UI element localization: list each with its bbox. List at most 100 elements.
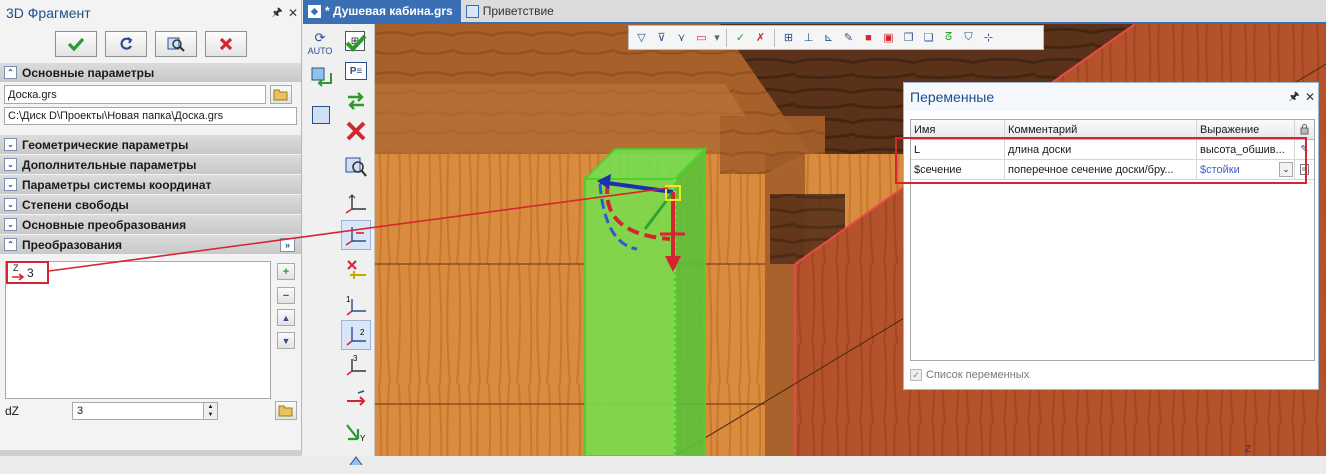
replace-button[interactable]	[341, 86, 371, 116]
window-icon	[312, 106, 330, 124]
folder-icon	[278, 405, 293, 417]
magnifier-icon	[167, 37, 185, 52]
variables-title: Переменные	[910, 89, 995, 105]
section-transforms[interactable]: ⌃ Преобразования »	[0, 235, 301, 254]
select-check-icon[interactable]: ✓	[732, 29, 749, 46]
axis-xy-icon[interactable]: ⊥	[800, 29, 817, 46]
filter-icon[interactable]: ▽	[633, 29, 650, 46]
pin-icon[interactable]: 🖈	[1286, 87, 1302, 108]
box-icon[interactable]: ■	[860, 29, 877, 46]
zoom-button[interactable]	[341, 152, 371, 182]
close-icon[interactable]: ✕	[285, 6, 301, 20]
cube-outline-icon[interactable]: ❏	[920, 29, 937, 46]
transform-value: 3	[27, 265, 34, 280]
axis-z-icon	[349, 456, 363, 465]
transform-item[interactable]: Z 3	[6, 261, 49, 284]
axis-button-3[interactable]	[341, 254, 371, 284]
axis-button-2[interactable]	[341, 220, 371, 250]
spinner-icon[interactable]: ▲ ▼	[203, 403, 217, 419]
axis-3d-icon[interactable]: ⊹	[980, 29, 997, 46]
chevron-down-icon: ⌄	[4, 178, 17, 191]
svg-text:Y: Y	[360, 434, 366, 443]
shield-icon[interactable]: ⛉	[960, 29, 977, 46]
add-transform-button[interactable]: +	[277, 263, 295, 280]
axis-y-icon: Y	[346, 424, 366, 443]
filter-list-icon[interactable]: ⊽	[653, 29, 670, 46]
svg-text:2: 2	[360, 328, 365, 337]
section-main-transforms[interactable]: ⌄ Основные преобразования	[0, 215, 301, 234]
dropdown-icon[interactable]: ▾	[713, 29, 721, 46]
vertical-toolbar: ⟳ AUTO ⊞ P≡ 1 2 3 Y	[303, 24, 375, 465]
axis-one-icon: 1	[346, 295, 366, 316]
cross-icon	[219, 37, 232, 51]
axis-button-7[interactable]	[341, 386, 371, 416]
file-path-field: C:\Диск D\Проекты\Новая папка\Доска.grs	[4, 107, 297, 125]
view-button[interactable]	[306, 100, 336, 130]
highlight-frame	[895, 137, 1307, 184]
section-geometric[interactable]: ⌄ Геометрические параметры	[0, 135, 301, 154]
move-up-button[interactable]: ▲	[277, 309, 295, 326]
tab-welcome[interactable]: Приветствие	[461, 0, 562, 22]
chevron-down-icon: ⌄	[4, 218, 17, 231]
deselect-icon[interactable]: ✗	[752, 29, 769, 46]
delete-button[interactable]	[341, 116, 371, 146]
magnifier-icon	[345, 157, 367, 177]
folder-icon	[273, 89, 288, 101]
insert-fragment-button[interactable]	[306, 62, 336, 92]
axis-xz-icon[interactable]: ⊾	[820, 29, 837, 46]
apply-button[interactable]	[54, 31, 97, 57]
section-additional[interactable]: ⌄ Дополнительные параметры	[0, 155, 301, 174]
confirm-button[interactable]	[341, 28, 371, 58]
refresh-button[interactable]	[104, 31, 147, 57]
dz-browse-button[interactable]	[275, 401, 297, 420]
tab-shower-cabin[interactable]: ◆ * Душевая кабина.grs	[303, 0, 461, 22]
checkmark-icon	[345, 34, 367, 52]
chevron-down-icon: ⌄	[4, 198, 17, 211]
pin-icon[interactable]: 🖈	[269, 3, 285, 24]
view-toolbar: ▽ ⊽ ⋎ ▭ ▾ ✓ ✗ ⊞ ⊥ ⊾ ✎ ■ ▣ ❒ ❏ ᘔ ⛉ ⊹	[628, 25, 1044, 50]
path-icon[interactable]: ᘔ	[940, 29, 957, 46]
axis-button-1[interactable]	[341, 188, 371, 218]
browse-button[interactable]	[270, 85, 292, 104]
section-main-params[interactable]: ⌃ Основные параметры	[0, 63, 301, 82]
axis-move-icon	[345, 227, 366, 246]
chevron-up-icon: ⌃	[4, 238, 17, 251]
filter-tree-icon[interactable]: ⋎	[673, 29, 690, 46]
grid-icon[interactable]: ⊞	[780, 29, 797, 46]
section-coord-system[interactable]: ⌄ Параметры системы координат	[0, 175, 301, 194]
fragment-panel: 3D Фрагмент 🖈 ✕ ⌃ Основные параметры Дос…	[0, 0, 302, 456]
axis-z-label: Z	[1245, 444, 1251, 455]
axis-button-5[interactable]: 2	[341, 320, 371, 350]
pencil-icon[interactable]: ✎	[840, 29, 857, 46]
parameters-button[interactable]: P≡	[341, 56, 371, 86]
cube-icon[interactable]: ❒	[900, 29, 917, 46]
section-label: Основные преобразования	[22, 217, 187, 232]
variables-panel: Переменные 🖈 ✕ Имя Комментарий Выражение…	[903, 82, 1319, 390]
cancel-button[interactable]	[204, 31, 247, 57]
file-name-field[interactable]: Доска.grs	[4, 85, 266, 104]
axis-button-4[interactable]: 1	[341, 290, 371, 320]
select-frame-icon[interactable]: ▭	[693, 29, 710, 46]
tab-label: Приветствие	[482, 4, 554, 18]
close-icon[interactable]: ✕	[1302, 90, 1318, 104]
dz-input[interactable]: 3 ▲ ▼	[72, 402, 218, 420]
axis-three-icon: 3	[346, 354, 366, 376]
section-dof[interactable]: ⌄ Степени свободы	[0, 195, 301, 214]
rotate-icon: ⟳	[314, 30, 326, 45]
separator	[774, 28, 775, 47]
preview-button[interactable]	[154, 31, 197, 57]
dz-label: dZ	[5, 404, 20, 418]
auto-button[interactable]: ⟳ AUTO	[305, 28, 335, 58]
remove-transform-button[interactable]: −	[277, 287, 295, 304]
box-hole-icon[interactable]: ▣	[880, 29, 897, 46]
expand-icon[interactable]: »	[280, 237, 295, 252]
action-bar	[0, 26, 301, 62]
axis-button-9[interactable]	[341, 444, 371, 474]
checkbox-icon: ✓	[910, 369, 922, 381]
move-down-button[interactable]: ▼	[277, 332, 295, 349]
section-label: Дополнительные параметры	[22, 157, 197, 172]
axis-button-6[interactable]: 3	[341, 350, 371, 380]
variables-list-checkbox[interactable]: ✓ Список переменных	[910, 369, 1029, 381]
file-name-value: Доска.grs	[8, 88, 57, 101]
axis-icon	[345, 194, 366, 214]
